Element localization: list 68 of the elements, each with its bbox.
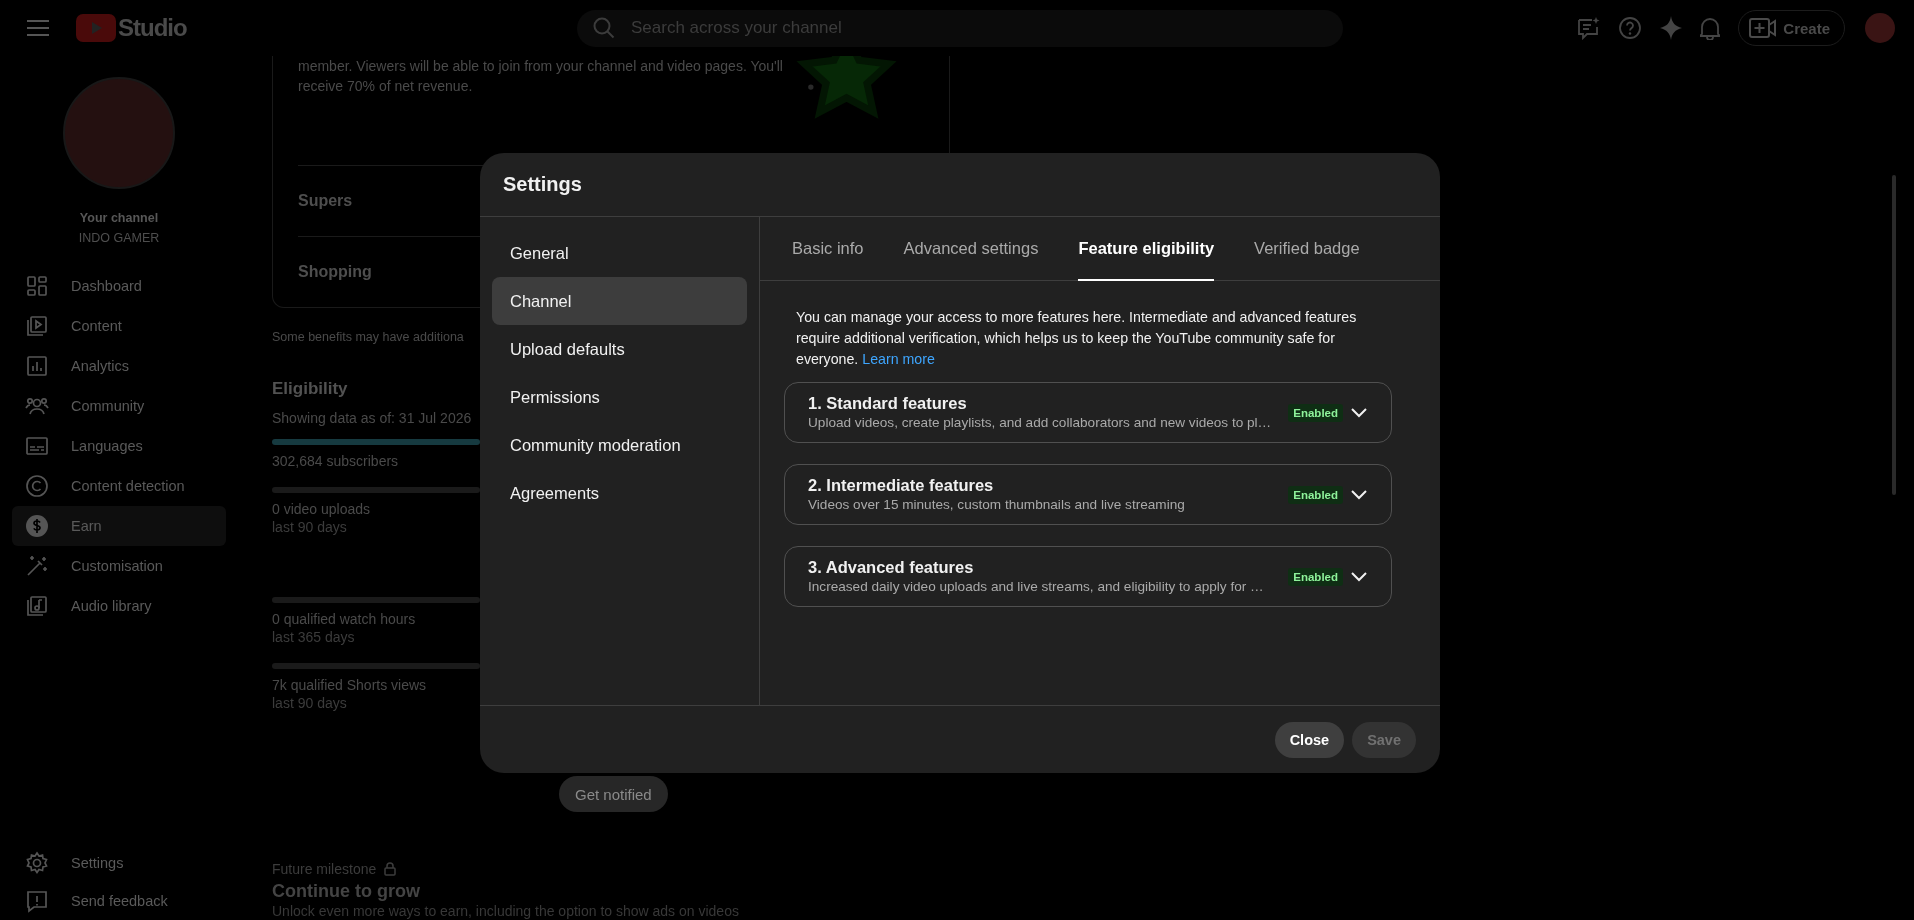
milestone-title: Continue to grow [272, 880, 420, 902]
chevron-down-icon[interactable] [1351, 489, 1367, 500]
learn-more-link[interactable]: Learn more [862, 351, 935, 367]
status-badge: Enabled [1288, 485, 1343, 504]
video-plus-icon [1749, 18, 1778, 38]
scrollbar[interactable] [1892, 175, 1896, 495]
tab[interactable]: Basic info [792, 217, 864, 281]
metric-period: last 365 days [272, 628, 355, 646]
section-heading: Eligibility [272, 378, 348, 400]
settings-nav-item[interactable]: Upload defaults [492, 325, 747, 373]
music-note-icon [25, 594, 49, 618]
tab[interactable]: Verified badge [1254, 217, 1360, 281]
feature-card[interactable]: 1. Standard features Upload videos, create playlists, and add collaborators and new videos to pl… Enabled [784, 382, 1392, 443]
feature-title: 2. Intermediate features [808, 475, 995, 495]
metric-period: last 90 days [272, 694, 347, 712]
section-title: Supers [298, 192, 353, 210]
feature-title: 3. Advanced features [808, 557, 975, 577]
tab[interactable]: Feature eligibility [1078, 217, 1215, 281]
feedback-icon [25, 889, 49, 913]
copyright-icon [25, 474, 49, 498]
settings-nav-item[interactable]: General [492, 229, 747, 277]
feature-description: Increased daily video uploads and live streams, and eligibility to apply for … [808, 578, 1265, 596]
settings-nav-item[interactable]: Agreements [492, 469, 747, 517]
help-icon[interactable] [1618, 16, 1643, 40]
metric-value: 302,684 subscribers [272, 452, 399, 470]
feedback-icon[interactable] [1576, 16, 1601, 40]
feature-title: 1. Standard features [808, 393, 968, 413]
settings-nav-item[interactable]: Channel [492, 277, 747, 325]
section-title: Shopping [298, 263, 372, 281]
subtitles-icon [25, 434, 49, 458]
milestone-label: Future milestone [272, 860, 377, 878]
chevron-down-icon[interactable] [1351, 407, 1367, 418]
membership-description: member. Viewers will be able to join from your channel and video pages. You'll receive 70% of net revenue. [298, 57, 784, 96]
magic-wand-icon [25, 554, 49, 578]
dollar-icon [25, 514, 49, 538]
settings-nav-item[interactable]: Permissions [492, 373, 747, 421]
dialog-title: Settings [503, 173, 582, 196]
tab[interactable]: Advanced settings [903, 217, 1039, 281]
play-square-icon [25, 314, 49, 338]
get-notified-button[interactable]: Get notified [559, 776, 668, 812]
dialog-button[interactable]: Close [1274, 721, 1345, 758]
feature-card[interactable]: 2. Intermediate features Videos over 15 minutes, custom thumbnails and live streaming Enabled [784, 464, 1392, 525]
bell-icon[interactable] [1700, 16, 1721, 40]
description-text: You can manage your access to more features here. Intermediate and advanced features require additional verification, which helps us to keep the YouTube community safe for everyone. Learn more [796, 308, 1358, 369]
lock-icon [384, 862, 397, 876]
data-date: Showing data as of: 31 Jul 2026 [272, 409, 472, 427]
channel-name: INDO GAMER [77, 230, 161, 247]
metric-value: 0 video uploads [272, 500, 371, 518]
metric-value: 0 qualified watch hours [272, 610, 416, 628]
avatar[interactable] [1865, 13, 1895, 43]
sparkle-icon[interactable] [1660, 16, 1683, 40]
metric-value: 7k qualified Shorts views [272, 676, 427, 694]
feature-description: Videos over 15 minutes, custom thumbnails and live streaming [808, 496, 1186, 514]
menu-icon[interactable] [26, 20, 50, 36]
milestone-description: Unlock even more ways to earn, including the option to show ads on videos [272, 902, 739, 920]
metric-period: last 90 days [272, 518, 347, 536]
bar-chart-icon [25, 354, 49, 378]
feature-description: Upload videos, create playlists, and add collaborators and new videos to pl… [808, 414, 1273, 432]
status-badge: Enabled [1288, 567, 1343, 586]
grid-icon [25, 274, 49, 298]
play-logo-icon[interactable] [76, 14, 116, 42]
channel-label: Your channel [78, 210, 160, 227]
status-badge: Enabled [1288, 403, 1343, 422]
chevron-down-icon[interactable] [1351, 571, 1367, 582]
settings-nav-item[interactable]: Community moderation [492, 421, 747, 469]
settings-icon [25, 851, 49, 875]
feature-card[interactable]: 3. Advanced features Increased daily video uploads and live streams, and eligibility to apply for … Enabled [784, 546, 1392, 607]
note-text: Some benefits may have additiona [272, 329, 464, 346]
